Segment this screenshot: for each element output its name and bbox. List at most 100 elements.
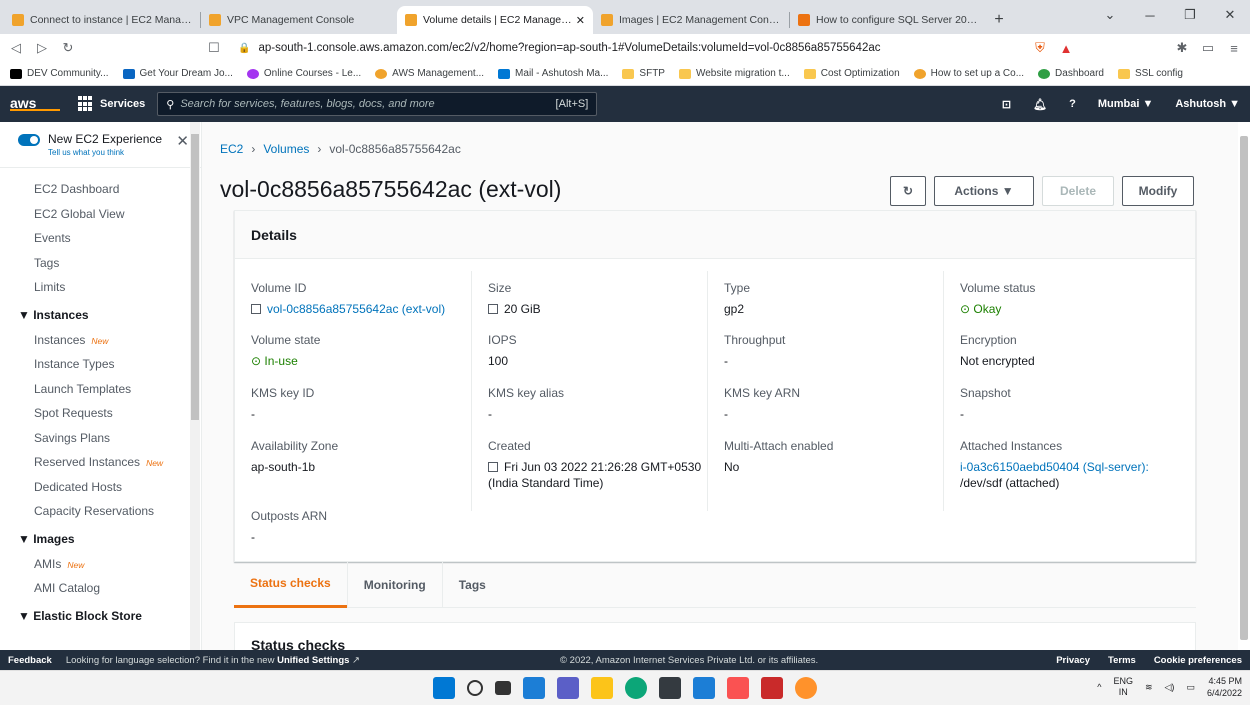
sidebar-item-capacity-reservations[interactable]: Capacity Reservations (0, 500, 201, 525)
copy-icon[interactable] (488, 304, 498, 314)
sidebar-item-savings-plans[interactable]: Savings Plans (0, 427, 201, 452)
cookie-preferences-link[interactable]: Cookie preferences (1154, 655, 1242, 666)
terms-link[interactable]: Terms (1108, 655, 1136, 666)
chat-icon[interactable] (557, 677, 579, 699)
url-field[interactable]: 🔒 ap-south-1.console.aws.amazon.com/ec2/… (232, 37, 1022, 59)
sidebar-item-reserved-instances[interactable]: Reserved Instances New (0, 451, 201, 476)
tab-status-checks[interactable]: Status checks (234, 562, 347, 608)
account-menu[interactable]: Ashutosh ▼ (1175, 98, 1240, 110)
privacy-link[interactable]: Privacy (1056, 655, 1090, 666)
refresh-button[interactable]: ↻ (890, 176, 926, 206)
services-menu[interactable]: Services (78, 96, 145, 112)
close-tab-icon[interactable]: ✕ (576, 14, 585, 27)
brave-shield-icon[interactable]: ⛨ (1032, 40, 1048, 56)
breadcrumb-ec2[interactable]: EC2 (220, 142, 243, 156)
forward-icon[interactable]: ▷ (34, 40, 50, 56)
bookmark-item[interactable]: AWS Management... (375, 68, 484, 79)
scrollbar-thumb[interactable] (1240, 136, 1248, 640)
sidebar-scrollbar[interactable] (190, 122, 200, 650)
sidebar-section-images[interactable]: ▼ Images (0, 525, 201, 553)
sidebar-section-ebs[interactable]: ▼ Elastic Block Store (0, 602, 201, 630)
bookmark-icon[interactable]: ☐ (206, 40, 222, 56)
sidebar-item-ec2-dashboard[interactable]: EC2 Dashboard (0, 178, 201, 203)
sidebar-item-global-view[interactable]: EC2 Global View (0, 203, 201, 228)
windows-start-icon[interactable] (433, 677, 455, 699)
brave-icon[interactable] (727, 677, 749, 699)
file-explorer-icon[interactable] (591, 677, 613, 699)
store-icon[interactable] (659, 677, 681, 699)
bookmark-item[interactable]: Dashboard (1038, 68, 1104, 79)
browser-tab-active[interactable]: Volume details | EC2 Managemen ✕ (397, 6, 593, 34)
back-icon[interactable]: ◁ (8, 40, 24, 56)
instance-link[interactable]: i-0a3c6150aebd50404 (Sql-server): (960, 460, 1149, 474)
actions-button[interactable]: Actions ▼ (934, 176, 1034, 206)
sidebar-item-limits[interactable]: Limits (0, 276, 201, 301)
close-icon[interactable]: ✕ (1210, 0, 1250, 30)
copy-icon[interactable] (488, 462, 498, 472)
bookmark-item[interactable]: How to set up a Co... (913, 68, 1024, 79)
tab-tags[interactable]: Tags (441, 561, 502, 608)
aws-logo[interactable]: aws (10, 96, 60, 111)
copy-icon[interactable] (251, 304, 261, 314)
bookmark-folder[interactable]: Website migration t... (678, 68, 790, 79)
sidebar-item-launch-templates[interactable]: Launch Templates (0, 378, 201, 403)
bookmark-folder[interactable]: SFTP (622, 68, 665, 79)
search-input[interactable]: ⚲ Search for services, features, blogs, … (157, 92, 598, 116)
chevron-down-icon[interactable]: ⌄ (1090, 0, 1130, 30)
delete-button[interactable]: Delete (1042, 176, 1114, 206)
wifi-icon[interactable]: ≋ (1145, 682, 1153, 693)
sidebar-item-amis[interactable]: AMIs New (0, 553, 201, 578)
reload-icon[interactable]: ↻ (60, 40, 76, 56)
sidebar-section-instances[interactable]: ▼ Instances (0, 301, 201, 329)
bookmark-item[interactable]: Get Your Dream Jo... (122, 68, 233, 79)
feedback-button[interactable]: Feedback (8, 655, 52, 666)
sidebar-item-ami-catalog[interactable]: AMI Catalog (0, 577, 201, 602)
mcafee-icon[interactable] (761, 677, 783, 699)
widgets-icon[interactable] (523, 677, 545, 699)
tab-monitoring[interactable]: Monitoring (346, 561, 442, 608)
sidebar-item-spot-requests[interactable]: Spot Requests (0, 402, 201, 427)
sidebar-item-instances[interactable]: Instances New (0, 329, 201, 354)
bookmark-item[interactable]: DEV Community... (10, 68, 109, 79)
help-icon[interactable]: ? (1069, 98, 1076, 110)
notifications-icon[interactable]: 🔔︎ (1033, 98, 1047, 111)
sidebar-item-events[interactable]: Events (0, 227, 201, 252)
new-tab-icon[interactable]: + (986, 6, 1012, 34)
sidebar-icon[interactable]: ▭ (1200, 40, 1216, 56)
sidebar-item-dedicated-hosts[interactable]: Dedicated Hosts (0, 476, 201, 501)
task-view-icon[interactable] (495, 681, 511, 695)
breadcrumb-volumes[interactable]: Volumes (263, 142, 309, 156)
mail-icon[interactable] (693, 677, 715, 699)
toggle-switch[interactable] (18, 134, 40, 146)
battery-icon[interactable]: ▭ (1186, 682, 1195, 693)
volume-id-link[interactable]: vol-0c8856a85755642ac (ext-vol) (267, 302, 445, 316)
modify-button[interactable]: Modify (1122, 176, 1194, 206)
close-icon[interactable]: ✕ (176, 132, 189, 150)
unified-settings-link[interactable]: Unified Settings (277, 655, 349, 666)
browser-tab[interactable]: Images | EC2 Management Console (593, 6, 789, 34)
volume-icon[interactable]: ◁) (1165, 682, 1175, 693)
menu-icon[interactable]: ≡ (1226, 41, 1242, 56)
maximize-icon[interactable]: ❐ (1170, 0, 1210, 30)
app-icon[interactable] (795, 677, 817, 699)
bookmark-item[interactable]: Mail - Ashutosh Ma... (498, 68, 608, 79)
sidebar-item-tags[interactable]: Tags (0, 252, 201, 277)
bookmark-folder[interactable]: SSL config (1117, 68, 1183, 79)
extensions-icon[interactable]: ✱ (1174, 40, 1190, 56)
bookmark-folder[interactable]: Cost Optimization (803, 68, 900, 79)
sidebar-item-instance-types[interactable]: Instance Types (0, 353, 201, 378)
browser-tab[interactable]: How to configure SQL Server 2017 on (790, 6, 986, 34)
browser-tab[interactable]: Connect to instance | EC2 Manageme (4, 6, 200, 34)
language-indicator[interactable]: ENG IN (1113, 676, 1133, 698)
brave-rewards-icon[interactable]: ▲ (1058, 41, 1074, 56)
search-icon[interactable] (467, 680, 483, 696)
cloudshell-icon[interactable]: ⊡ (1002, 98, 1011, 111)
browser-tab[interactable]: VPC Management Console (201, 6, 397, 34)
main-scrollbar[interactable] (1238, 122, 1250, 650)
bookmark-item[interactable]: Online Courses - Le... (246, 68, 361, 79)
edge-icon[interactable] (625, 677, 647, 699)
scrollbar-thumb[interactable] (191, 134, 199, 420)
chevron-up-icon[interactable]: ^ (1097, 682, 1101, 692)
feedback-link[interactable]: Tell us what you think (48, 148, 162, 157)
minimize-icon[interactable]: ─ (1130, 0, 1170, 30)
